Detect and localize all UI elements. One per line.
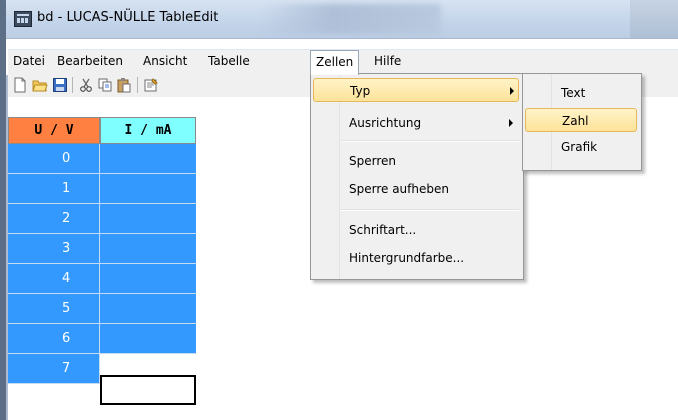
paste-icon[interactable]: [116, 77, 132, 93]
table-row-u[interactable]: 2: [8, 204, 100, 234]
title-bar-glass-right: [630, 0, 678, 38]
menu-item-hintergrundfarbe[interactable]: Hintergrundfarbe...: [313, 246, 519, 270]
table-cell-i-editing[interactable]: [100, 375, 196, 405]
menu-bearbeiten[interactable]: Bearbeiten: [52, 50, 128, 73]
table-row-u[interactable]: 0: [8, 144, 100, 174]
menu-item-label: Sperren: [349, 154, 396, 168]
table-cell-i[interactable]: [100, 264, 196, 294]
menu-item-label: Hintergrundfarbe...: [349, 251, 465, 265]
new-document-icon[interactable]: [12, 77, 28, 93]
menu-bar: Datei Bearbeiten Ansicht Tabelle Zellen …: [8, 49, 678, 75]
submenu-arrow-icon: [510, 87, 514, 95]
table-row-u[interactable]: 1: [8, 174, 100, 204]
menu-separator: [341, 140, 519, 142]
save-icon[interactable]: [52, 77, 68, 93]
open-folder-icon[interactable]: [32, 77, 48, 93]
table-row-u[interactable]: 6: [8, 324, 100, 354]
submenu-item-grafik[interactable]: Grafik: [525, 135, 637, 159]
menu-item-ausrichtung[interactable]: Ausrichtung: [313, 111, 519, 135]
menu-item-label: Typ: [350, 84, 371, 98]
window-title: bd - LUCAS-NÜLLE TableEdit: [37, 10, 219, 25]
menu-separator: [341, 209, 519, 211]
table-cell-i[interactable]: [100, 174, 196, 204]
table-cell-i[interactable]: [100, 294, 196, 324]
menu-item-label: Ausrichtung: [349, 116, 422, 130]
title-bar[interactable]: bd - LUCAS-NÜLLE TableEdit: [6, 0, 678, 39]
table-cell-i[interactable]: [100, 204, 196, 234]
menu-tabelle[interactable]: Tabelle: [203, 50, 255, 73]
toolbar-separator: [137, 77, 138, 93]
menu-item-label: Sperre aufheben: [349, 182, 449, 196]
table-row-u[interactable]: 5: [8, 294, 100, 324]
menu-item-label: Zahl: [562, 114, 589, 128]
menu-item-label: Schriftart...: [349, 223, 417, 237]
menu-item-label: Grafik: [561, 140, 598, 154]
menu-ansicht[interactable]: Ansicht: [138, 50, 192, 73]
toolbar-separator: [72, 77, 73, 93]
zellen-menu: Typ Ausrichtung Sperren Sperre aufheben …: [310, 73, 524, 280]
table-row-u[interactable]: 3: [8, 234, 100, 264]
menu-hilfe[interactable]: Hilfe: [369, 50, 406, 73]
table-row-u[interactable]: 4: [8, 264, 100, 294]
menu-item-typ[interactable]: Typ: [313, 78, 519, 102]
table-row-u[interactable]: 7: [8, 354, 100, 384]
menu-item-sperre-aufheben[interactable]: Sperre aufheben: [313, 177, 519, 201]
properties-icon[interactable]: [143, 77, 159, 93]
app-icon: [14, 11, 32, 27]
title-bar-glass: [261, 4, 441, 34]
menu-item-label: Text: [561, 86, 586, 100]
column-header-i[interactable]: I / mA: [100, 117, 196, 144]
table-cell-i[interactable]: [100, 144, 196, 174]
cut-icon[interactable]: [78, 77, 94, 93]
copy-icon[interactable]: [97, 77, 113, 93]
table-cell-i[interactable]: [100, 234, 196, 264]
menu-datei[interactable]: Datei: [8, 50, 50, 73]
menu-item-schriftart[interactable]: Schriftart...: [313, 218, 519, 242]
submenu-item-zahl[interactable]: Zahl: [525, 108, 637, 132]
submenu-arrow-icon: [509, 119, 513, 127]
typ-submenu: Text Zahl Grafik: [522, 73, 642, 171]
menu-item-sperren[interactable]: Sperren: [313, 149, 519, 173]
submenu-item-text[interactable]: Text: [525, 81, 637, 105]
column-header-u[interactable]: U / V: [8, 117, 100, 144]
table-cell-i[interactable]: [100, 324, 196, 354]
menu-zellen[interactable]: Zellen: [310, 50, 360, 75]
